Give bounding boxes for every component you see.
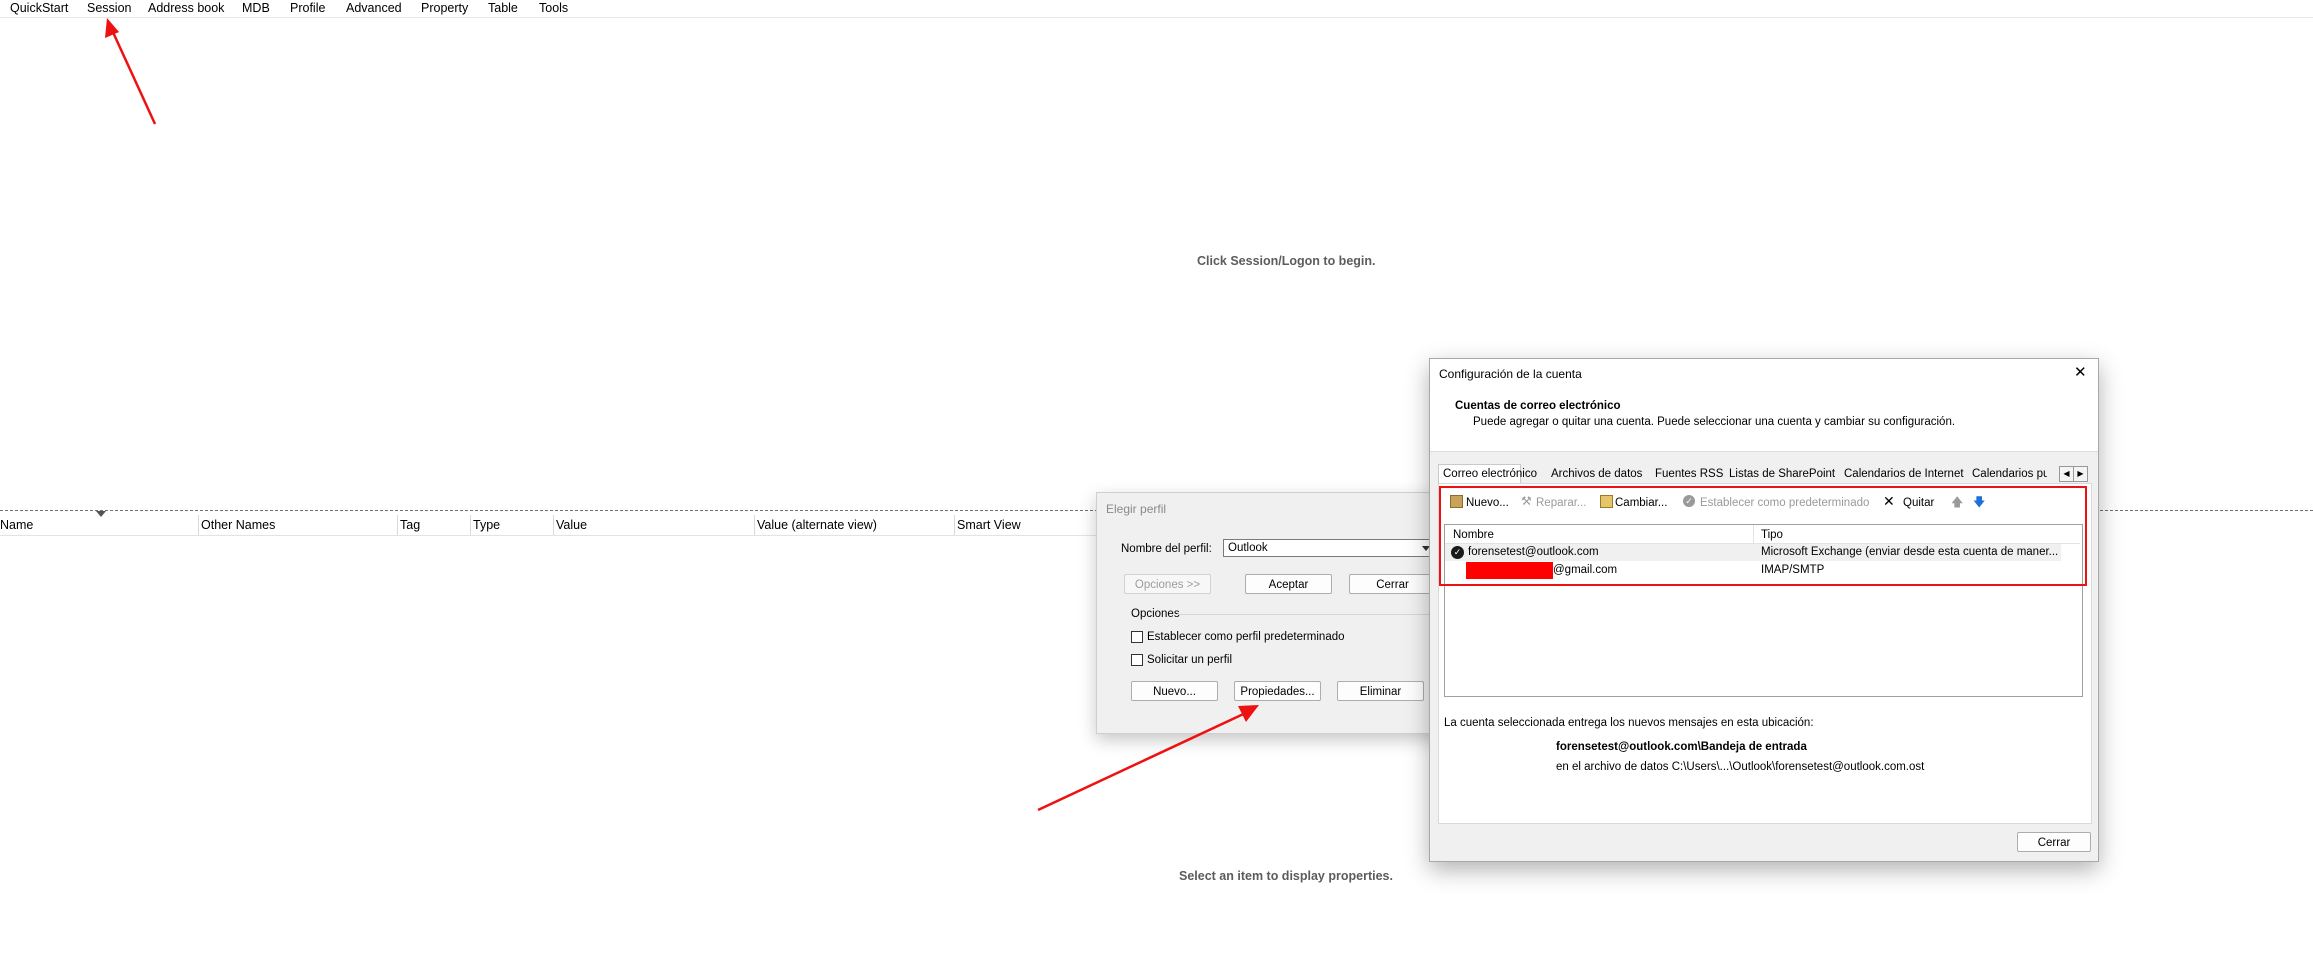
tab-published-calendars[interactable]: Calendarios pul [1972, 465, 2047, 483]
ask-profile-label: Solicitar un perfil [1147, 654, 1233, 666]
dialog-title: Configuración de la cuenta [1439, 367, 1582, 381]
close-icon[interactable]: ✕ [2074, 365, 2087, 381]
tab-sharepoint[interactable]: Listas de SharePoint [1729, 465, 1835, 483]
delivery-text: La cuenta seleccionada entrega los nuevo… [1444, 717, 1814, 729]
tab-internet-calendars[interactable]: Calendarios de Internet [1844, 465, 1964, 483]
account-settings-dialog: Configuración de la cuenta ✕ Cuentas de … [1429, 358, 2099, 862]
tab-scroll-right-icon[interactable]: ▶ [2073, 466, 2088, 482]
profile-name-label: Nombre del perfil: [1121, 543, 1212, 555]
menu-advanced[interactable]: Advanced [346, 0, 402, 16]
col-value-alt[interactable]: Value (alternate view) [754, 515, 954, 535]
close-button[interactable]: Cerrar [1349, 574, 1436, 594]
menu-table[interactable]: Table [488, 0, 518, 16]
menu-profile[interactable]: Profile [290, 0, 325, 16]
logon-hint: Click Session/Logon to begin. [1197, 254, 1376, 268]
col-value[interactable]: Value [553, 515, 754, 535]
col-other-names[interactable]: Other Names [198, 515, 397, 535]
col-type[interactable]: Type [470, 515, 553, 535]
menu-quickstart[interactable]: QuickStart [10, 0, 68, 16]
menu-tools[interactable]: Tools [539, 0, 568, 16]
tab-rss[interactable]: Fuentes RSS [1655, 465, 1723, 483]
options-group-label: Opciones [1131, 608, 1180, 620]
set-default-label: Establecer como perfil predeterminado [1147, 631, 1345, 643]
accounts-heading: Cuentas de correo electrónico [1455, 400, 1621, 412]
col-smart-view[interactable]: Smart View [954, 515, 1096, 535]
dialog-title: Elegir perfil [1106, 502, 1167, 516]
delete-profile-button[interactable]: Eliminar [1337, 681, 1424, 701]
profile-select-value: Outlook [1228, 542, 1268, 554]
new-profile-button[interactable]: Nuevo... [1131, 681, 1218, 701]
tab-scroll-left-icon[interactable]: ◀ [2059, 466, 2074, 482]
options-button[interactable]: Opciones >> [1124, 574, 1211, 594]
tab-data-files[interactable]: Archivos de datos [1551, 465, 1642, 483]
annotation-highlight-box [1439, 486, 2087, 586]
delivery-file: en el archivo de datos C:\Users\...\Outl… [1556, 761, 1925, 773]
ask-profile-checkbox[interactable] [1131, 654, 1143, 666]
profile-select[interactable]: Outlook [1223, 539, 1435, 557]
annotation-arrow-properties [1037, 705, 1259, 812]
accounts-description: Puede agregar o quitar una cuenta. Puede… [1473, 416, 1956, 428]
delivery-folder: forensetest@outlook.com\Bandeja de entra… [1556, 741, 1807, 753]
property-list-header: Name Other Names Tag Type Value Value (a… [0, 515, 1096, 536]
choose-profile-dialog: Elegir perfil Nombre del perfil: Outlook… [1096, 492, 1444, 734]
menu-property[interactable]: Property [421, 0, 468, 16]
tab-email[interactable]: Correo electrónico [1443, 465, 1537, 483]
menu-bar: QuickStart Session Address book MDB Prof… [0, 0, 2313, 18]
menu-mdb[interactable]: MDB [242, 0, 270, 16]
col-tag[interactable]: Tag [397, 515, 470, 535]
annotation-arrow-session [105, 18, 157, 125]
properties-button[interactable]: Propiedades... [1234, 681, 1321, 701]
set-default-checkbox[interactable] [1131, 631, 1143, 643]
select-item-hint: Select an item to display properties. [1179, 869, 1393, 883]
accept-button[interactable]: Aceptar [1245, 574, 1332, 594]
col-name[interactable]: Name [0, 515, 198, 535]
close-button[interactable]: Cerrar [2017, 832, 2091, 852]
